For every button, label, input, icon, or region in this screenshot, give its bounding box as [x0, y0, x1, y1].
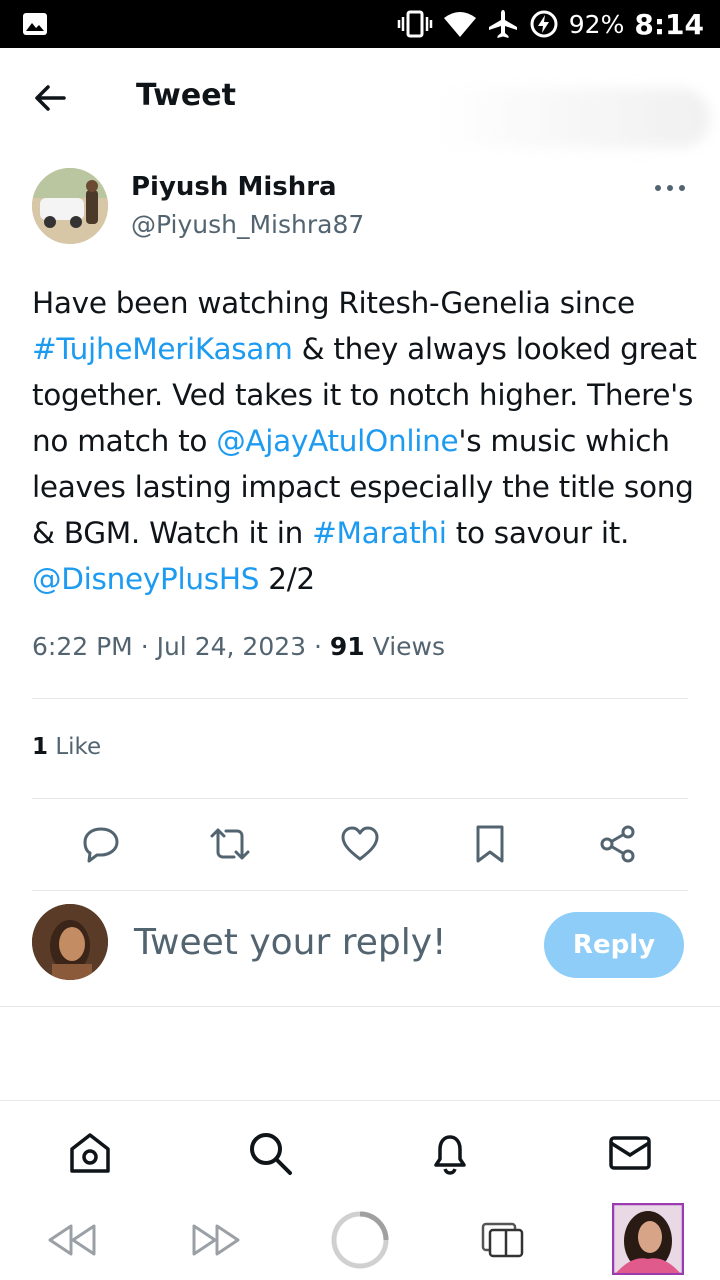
retweet-icon	[210, 828, 250, 860]
retweet-button[interactable]	[208, 820, 252, 868]
more-options-icon[interactable]	[652, 178, 688, 198]
divider	[32, 798, 688, 799]
fast-forward-icon	[192, 1224, 240, 1256]
rewind-icon	[48, 1224, 96, 1256]
notifications-icon	[434, 1135, 466, 1175]
bookmark-icon	[476, 825, 504, 863]
tweet-actions	[0, 820, 720, 872]
battery-charging-icon	[530, 10, 558, 38]
author-handle[interactable]: @Piyush_Mishra87	[131, 210, 364, 239]
reply-composer: Tweet your reply! Reply	[0, 900, 720, 992]
likes-count: 1	[32, 734, 49, 760]
reply-submit-button[interactable]: Reply	[544, 912, 684, 978]
tabs-button[interactable]	[478, 1212, 528, 1268]
vibrate-icon	[397, 10, 433, 38]
nav-search[interactable]	[246, 1129, 294, 1177]
author-avatar[interactable]	[32, 168, 108, 244]
airplane-mode-icon	[488, 10, 517, 38]
divider	[32, 698, 688, 699]
tabs-icon	[481, 1222, 524, 1258]
meta-separator: ·	[314, 632, 330, 661]
like-icon	[341, 826, 379, 861]
nav-messages[interactable]	[606, 1129, 654, 1177]
header-blur-decoration	[430, 88, 710, 148]
hashtag-link[interactable]: #TujheMeriKasam	[32, 332, 293, 366]
tweet-text-segment: to savour it.	[446, 516, 630, 550]
nav-notifications[interactable]	[426, 1129, 474, 1177]
bottom-navigation	[0, 1100, 720, 1201]
divider	[32, 890, 688, 891]
share-icon	[600, 825, 635, 863]
reply-button[interactable]	[79, 820, 123, 868]
home-icon	[70, 1133, 110, 1173]
share-button[interactable]	[596, 820, 640, 868]
like-button[interactable]	[338, 820, 382, 868]
tweet-text: Have been watching Ritesh-Genelia since …	[32, 280, 702, 602]
tweet-text-segment: 2/2	[259, 562, 315, 596]
views-label: Views	[372, 632, 446, 661]
current-user-avatar[interactable]	[32, 904, 108, 980]
reply-icon	[83, 827, 119, 863]
tweet-meta: 6:22 PM · Jul 24, 2023 · 91 Views	[32, 632, 445, 661]
reply-input[interactable]: Tweet your reply!	[134, 922, 446, 963]
divider	[0, 1006, 720, 1007]
loading-indicator	[330, 1211, 390, 1269]
nav-home[interactable]	[66, 1129, 114, 1177]
mention-link[interactable]: @AjayAtulOnline	[216, 424, 459, 458]
meta-separator: ·	[140, 632, 157, 661]
tweet-date: Jul 24, 2023	[156, 632, 307, 661]
top-app-bar: Tweet	[0, 48, 720, 148]
author-name[interactable]: Piyush Mishra	[131, 172, 337, 202]
search-icon	[250, 1133, 292, 1175]
rewind-button[interactable]	[44, 1212, 100, 1268]
views-count[interactable]: 91	[330, 632, 365, 661]
battery-percentage: 92%	[568, 9, 625, 39]
likes-label: Like	[55, 734, 102, 760]
wifi-icon	[443, 12, 476, 37]
likes-summary[interactable]: 1 Like	[32, 734, 101, 760]
messages-icon	[609, 1136, 651, 1170]
profile-thumbnail[interactable]	[612, 1203, 684, 1275]
loading-icon	[331, 1211, 389, 1269]
back-arrow-icon[interactable]	[30, 78, 70, 118]
fast-forward-button[interactable]	[188, 1212, 244, 1268]
gallery-notification-icon	[23, 13, 47, 35]
hashtag-link[interactable]: #Marathi	[312, 516, 447, 550]
page-title: Tweet	[136, 78, 236, 113]
mention-link[interactable]: @DisneyPlusHS	[32, 562, 259, 596]
status-bar: 92% 8:14	[0, 0, 720, 48]
clock: 8:14	[634, 7, 704, 41]
tweet-text-segment: Have been watching Ritesh-Genelia since	[32, 286, 635, 320]
browser-toolbar	[0, 1200, 720, 1280]
tweet-time: 6:22 PM	[32, 632, 133, 661]
bookmark-button[interactable]	[468, 820, 512, 868]
